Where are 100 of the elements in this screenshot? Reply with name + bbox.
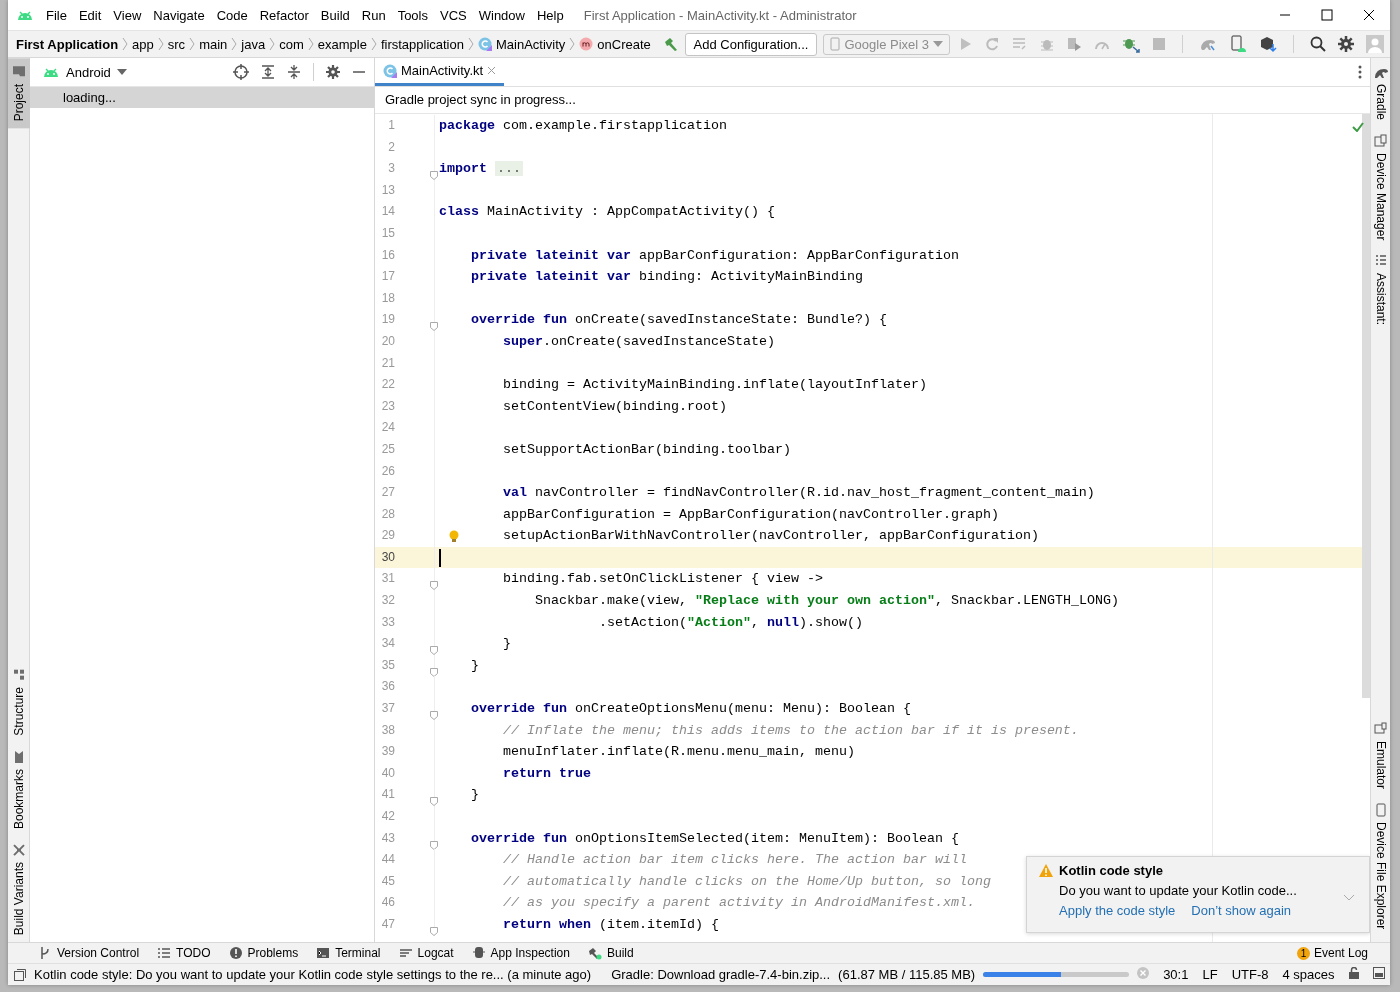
menu-item[interactable]: VCS	[434, 4, 473, 26]
line-number: 19	[380, 311, 395, 329]
status-message[interactable]: Kotlin code style: Do you want to update your Kotlin code style settings to the re... (a minute ago)	[34, 967, 592, 982]
breadcrumb[interactable]: app	[128, 36, 158, 52]
tool-window-tab[interactable]: Version Control	[38, 946, 140, 960]
caret-position[interactable]: 30:1	[1163, 967, 1189, 982]
tool-window-tab[interactable]: Terminal	[316, 946, 381, 960]
rerun-icon[interactable]	[984, 36, 1000, 52]
breadcrumb[interactable]: First Application	[12, 36, 123, 52]
search-icon[interactable]	[1310, 36, 1326, 52]
menu-item[interactable]: File	[40, 4, 73, 26]
tool-window-tab[interactable]: Device Manager	[1371, 127, 1391, 248]
fold-icon[interactable]	[430, 581, 438, 591]
notification-link[interactable]: Don’t show again	[1191, 903, 1292, 918]
menu-item[interactable]: Code	[210, 4, 254, 26]
terminal-icon	[316, 946, 331, 960]
tool-window-tab[interactable]: TODO	[157, 946, 211, 960]
breadcrumb[interactable]: src	[163, 36, 190, 52]
breadcrumb[interactable]: com	[275, 36, 308, 52]
notifications-icon[interactable]	[14, 968, 26, 981]
breadcrumb[interactable]: firstapplication	[376, 36, 468, 52]
settings-icon[interactable]	[326, 65, 340, 79]
expand-icon[interactable]	[1343, 894, 1355, 901]
tool-window-tab[interactable]: Device File Explorer	[1371, 795, 1391, 936]
device-manager-icon[interactable]	[1229, 35, 1247, 53]
method-icon	[579, 37, 594, 51]
maximize-icon[interactable]	[1321, 9, 1333, 21]
close-icon[interactable]	[1363, 9, 1375, 21]
window-title: First Application - MainActivity.kt - Administrator	[583, 7, 857, 23]
memory-icon[interactable]	[1372, 967, 1385, 979]
menu-item[interactable]: Window	[472, 4, 531, 26]
tool-window-tab[interactable]: Emulator	[1371, 714, 1391, 796]
tool-window-tab[interactable]: Problems	[228, 946, 299, 960]
breadcrumb[interactable]: main	[195, 36, 232, 52]
line-number: 47	[380, 915, 395, 933]
tool-window-tab[interactable]: Bookmarks	[8, 742, 30, 836]
text-cursor	[439, 548, 441, 567]
line-number: 2	[387, 138, 395, 156]
menu-item[interactable]: Build	[314, 4, 356, 26]
line-separator[interactable]: LF	[1202, 967, 1218, 982]
tool-window-tab[interactable]: Build Variants	[8, 835, 30, 942]
settings-icon[interactable]	[1338, 36, 1354, 52]
breadcrumb[interactable]: java	[237, 36, 270, 52]
stop-icon[interactable]	[1152, 37, 1166, 51]
tool-window-tab[interactable]: App Inspection	[471, 946, 570, 960]
menu-item[interactable]: Navigate	[147, 4, 211, 26]
phone-icon	[1374, 802, 1388, 817]
collapse-all-icon[interactable]	[287, 65, 301, 79]
breadcrumb[interactable]: example	[313, 36, 371, 52]
fold-icon[interactable]	[430, 667, 438, 677]
expand-all-icon[interactable]	[261, 65, 275, 79]
line-number: 46	[380, 894, 395, 912]
tool-window-tab[interactable]: Structure	[8, 661, 30, 743]
view-selector[interactable]: Android	[66, 64, 127, 80]
hammer-icon[interactable]	[662, 36, 679, 52]
menu-item[interactable]: Edit	[72, 4, 108, 26]
chevron-icon	[122, 37, 129, 51]
fold-icon[interactable]	[430, 711, 438, 721]
sdk-manager-icon[interactable]	[1259, 35, 1277, 53]
crosshair-icon[interactable]	[233, 64, 249, 80]
menu-item[interactable]: Tools	[391, 4, 434, 26]
play-icon[interactable]	[960, 37, 972, 51]
cancel-icon[interactable]	[1137, 967, 1150, 979]
menu-item[interactable]: Help	[530, 4, 570, 26]
code-line: val navController = findNavController(R.id.nav_host_fragment_content_main)	[502, 484, 1095, 503]
fold-icon[interactable]	[430, 797, 438, 807]
indent-setting[interactable]: 4 spaces	[1282, 967, 1335, 982]
branch-icon	[38, 946, 52, 960]
code-line: appBarConfiguration = AppBarConfiguration(navController.graph)	[502, 505, 999, 524]
lock-icon[interactable]	[1348, 967, 1359, 979]
code-line: return when (item.itemId) {	[502, 915, 719, 934]
tool-window-tab[interactable]: Project	[8, 58, 30, 129]
breadcrumb[interactable]: MainActivity	[474, 36, 570, 52]
more-icon[interactable]	[1358, 65, 1362, 79]
fold-icon[interactable]	[430, 646, 438, 656]
line-number: 14	[380, 203, 395, 221]
fold-icon[interactable]	[430, 322, 438, 332]
tool-window-tab[interactable]: Assistant:	[1371, 247, 1391, 333]
line-number: 26	[380, 462, 395, 480]
code-line: // automatically handle clicks on the Home/Up button, so long	[502, 872, 991, 891]
fold-icon[interactable]	[430, 171, 438, 181]
scrollbar[interactable]	[1362, 114, 1370, 698]
code-line: override fun onOptionsItemSelected(item: MenuItem): Boolean {	[470, 829, 959, 848]
lightbulb-icon[interactable]	[449, 530, 459, 545]
tool-window-tab[interactable]: Build	[587, 946, 634, 960]
tool-window-tab[interactable]: Logcat	[398, 946, 454, 960]
line-number: 41	[380, 786, 395, 804]
file-encoding[interactable]: UTF-8	[1231, 967, 1269, 982]
notification-link[interactable]: Apply the code style	[1059, 903, 1176, 918]
fold-icon[interactable]	[430, 926, 438, 936]
fold-icon[interactable]	[430, 840, 438, 850]
run-configuration-button[interactable]: Add Configuration...	[684, 32, 818, 56]
event-log-tab[interactable]: 1 Event Log	[1296, 946, 1368, 960]
menu-item[interactable]: Run	[355, 4, 392, 26]
menu-item[interactable]: View	[107, 4, 148, 26]
tool-window-tab[interactable]: Gradle	[1371, 58, 1391, 128]
avatar-icon[interactable]	[1366, 35, 1384, 53]
menu-item[interactable]: Refactor	[253, 4, 315, 26]
tree-item[interactable]: loading...	[30, 87, 374, 108]
breadcrumb[interactable]: onCreate	[575, 36, 655, 52]
